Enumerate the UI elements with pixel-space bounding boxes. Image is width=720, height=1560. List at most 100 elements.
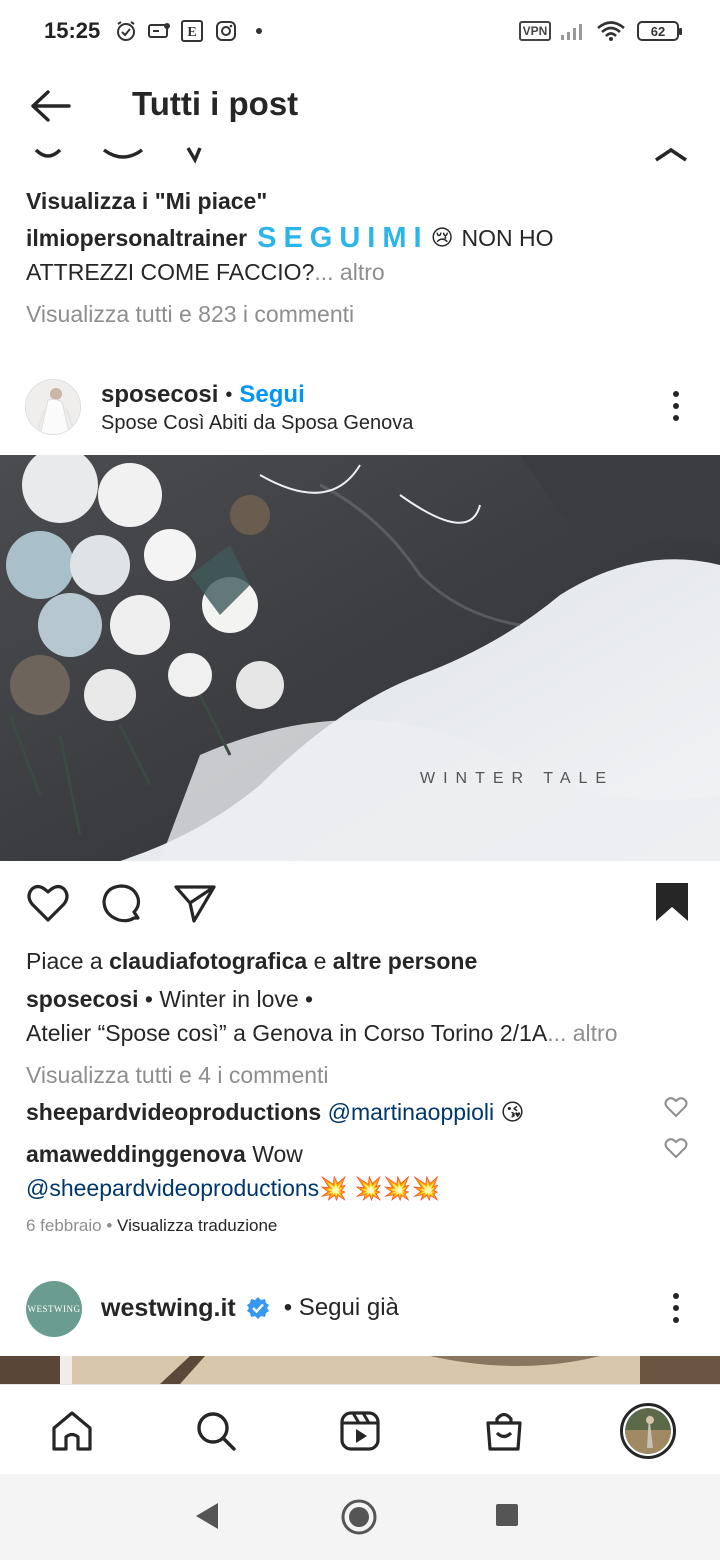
dot-icon [252,19,266,43]
comment-mention[interactable]: @sheepardvideoproductions [26,1175,319,1201]
profile-avatar [620,1403,676,1459]
likes-line: Piace a claudiafotografica e altre perso… [26,944,477,978]
image-watermark: WINTER TALE [420,770,614,787]
caption-username[interactable]: sposecosi [26,986,139,1012]
paper-plane-icon [174,885,216,923]
view-comments-link[interactable]: Visualizza tutti e 823 i commenti [26,297,354,331]
nav-profile-button[interactable] [620,1403,676,1459]
meta-dot: • [106,1216,113,1235]
circle-home-icon [341,1499,377,1535]
back-button[interactable] [22,84,78,128]
caption-title: • Winter in love • [144,986,314,1012]
caption-line2: Atelier “Spose così” a Genova in Corso T… [26,1016,618,1050]
caption-more-link[interactable]: ... altro [314,259,384,285]
dot [673,1317,679,1323]
svg-text:E: E [187,25,196,40]
comment-icon [102,148,144,159]
battery-level: 62 [650,23,666,39]
heart-outline-icon [664,1138,688,1159]
home-icon [52,1411,92,1451]
comment-text: Wow [252,1141,303,1167]
view-likes-link[interactable]: Visualizza i "Mi piace" [26,184,267,218]
view-comments-link[interactable]: Visualizza tutti e 4 i commenti [26,1058,329,1092]
dot [673,1305,679,1311]
page-title: Tutti i post [132,85,299,122]
dot [673,391,679,397]
arrow-left-icon [31,90,71,122]
caption-username[interactable]: ilmiopersonaltrainer [26,221,247,255]
comment-2-line2: @sheepardvideoproductions💥 💥💥💥 [26,1171,440,1205]
post-image[interactable]: WINTER TALE [0,455,720,861]
system-back-button[interactable] [192,1500,226,1534]
bookmark-filled-icon [656,883,688,921]
more-options-button[interactable] [661,1288,691,1328]
comment-button[interactable] [100,882,144,926]
comment-username[interactable]: amaweddinggenova [26,1141,246,1167]
vpn-label: VPN [518,21,552,41]
header: Tutti i post [0,64,720,146]
comment-emoji: 😘 [500,1099,525,1125]
nav-shop-button[interactable] [476,1403,532,1459]
dot [673,1293,679,1299]
caption-body: Atelier “Spose così” a Genova in Corso T… [26,1020,548,1046]
translate-link[interactable]: Visualizza traduzione [117,1216,277,1235]
vpn-icon: VPN [517,19,553,43]
caption-text-2: ATTREZZI COME FACCIO? [26,259,315,285]
system-recents-button[interactable] [494,1502,524,1532]
comment-1: sheepardvideoproductions @martinaoppioli… [26,1095,525,1129]
avatar[interactable] [25,379,81,435]
system-home-button[interactable] [340,1498,378,1536]
wifi-icon [595,19,627,43]
instagram-icon [214,19,238,43]
crying-emoji: 😢 [430,225,454,250]
likes-conj: e [313,948,327,974]
search-icon [197,1412,236,1451]
comment-username[interactable]: sheepardvideoproductions [26,1099,321,1125]
post-date: 6 febbraio [26,1216,102,1235]
likes-others-link[interactable]: altre persone [333,948,477,974]
nav-reels-button[interactable] [332,1403,388,1459]
like-icon [34,148,62,158]
caption-highlight: SEGUIMI [257,222,429,254]
comment-like-button[interactable] [664,1096,694,1122]
prev-post-caption-line1: ilmiopersonaltrainer SEGUIMI 😢 NON HO [26,221,554,255]
notification-icon [146,19,172,43]
nav-search-button[interactable] [188,1403,244,1459]
next-post-username[interactable]: westwing.it [101,1291,236,1325]
like-button[interactable] [26,882,70,926]
alarm-icon [114,19,138,43]
avatar[interactable]: WESTWING [26,1281,82,1337]
caption-more-link[interactable]: ... altro [547,1020,617,1046]
bottom-navigation [0,1384,720,1474]
share-button[interactable] [173,883,217,927]
nav-home-button[interactable] [44,1403,100,1459]
next-post-image[interactable] [0,1356,720,1384]
status-bar: 15:25 E VPN 62 [0,0,720,64]
save-button[interactable] [654,881,692,925]
winter-bouquet-photo: WINTER TALE [0,455,720,861]
share-icon [186,147,202,164]
caption-line1: sposecosi • Winter in love • [26,982,313,1016]
comment-emoji: 💥 💥💥💥 [319,1175,441,1201]
square-recents-icon [496,1504,518,1526]
dot [673,403,679,409]
following-label[interactable]: • Segui già [284,1291,399,1325]
heart-icon [27,885,69,922]
shop-bag-icon [486,1412,522,1451]
comment-icon [102,884,141,923]
system-navigation-bar [0,1474,720,1560]
battery-icon: 62 [634,19,682,43]
prev-post-action-row [0,146,720,164]
post-meta: 6 febbraio • Visualizza traduzione [26,1216,277,1236]
likes-prefix: Piace a [26,948,103,974]
reels-icon [340,1411,380,1451]
dot [673,415,679,421]
comment-2-line1: amaweddinggenova Wow [26,1137,303,1171]
likes-user-link[interactable]: claudiafotografica [109,948,307,974]
comment-like-button[interactable] [664,1137,694,1163]
comment-mention[interactable]: @martinaoppioli [328,1099,495,1125]
verified-badge-icon [246,1296,270,1320]
post-subtitle[interactable]: Spose Così Abiti da Sposa Genova [101,406,413,440]
prev-post-caption-line2: ATTREZZI COME FACCIO?... altro [26,255,385,289]
more-options-button[interactable] [661,386,691,426]
